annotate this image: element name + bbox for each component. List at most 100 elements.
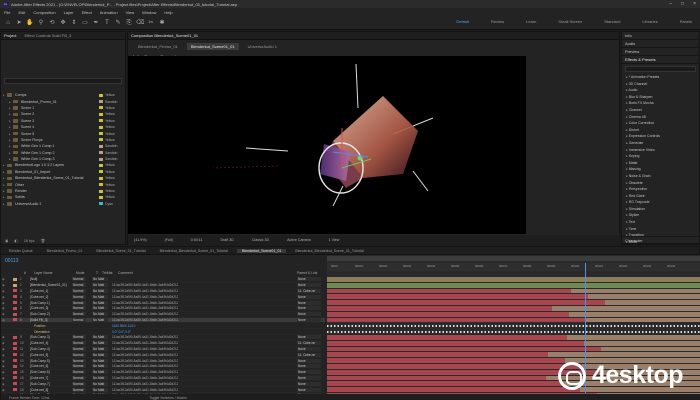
bpc-label[interactable]: 16 bpc: [24, 239, 35, 243]
blend-mode-dropdown[interactable]: Normal: [72, 341, 86, 346]
layer-label-swatch[interactable]: [13, 347, 17, 351]
preview-panel-header[interactable]: Preview: [622, 48, 699, 56]
effects-category-item[interactable]: Simulation: [622, 206, 699, 213]
layer-label-swatch[interactable]: [13, 318, 17, 322]
visibility-eye-icon[interactable]: ◉: [1, 318, 7, 322]
layer-label-swatch[interactable]: [13, 335, 17, 339]
minimize-icon[interactable]: –: [669, 1, 672, 7]
label-color-swatch[interactable]: [99, 151, 103, 155]
layer-duration-bar[interactable]: [327, 352, 548, 358]
comp-tab-audio[interactable]: UniverseAudio 1: [244, 43, 281, 50]
new-comp-icon[interactable]: ◧: [14, 239, 17, 243]
label-color-swatch[interactable]: [99, 125, 103, 129]
layer-label-swatch[interactable]: [13, 370, 17, 374]
rectangle-icon[interactable]: ▭: [81, 19, 89, 27]
workspace-panels[interactable]: Panels: [680, 19, 692, 24]
maximize-icon[interactable]: □: [681, 1, 684, 7]
parent-dropdown[interactable]: None: [297, 364, 321, 369]
text-icon[interactable]: T: [103, 19, 111, 27]
layer-label-swatch[interactable]: [13, 283, 17, 287]
orbit-icon[interactable]: ⟲: [48, 19, 56, 27]
menu-view[interactable]: View: [126, 10, 135, 15]
track-matte-dropdown[interactable]: No Matt: [92, 283, 108, 288]
blend-mode-dropdown[interactable]: Normal: [72, 283, 86, 288]
layer-duration-bar[interactable]: [327, 306, 552, 311]
brush-icon[interactable]: ✎: [114, 19, 122, 27]
effects-category-item[interactable]: RG Trapcode: [622, 199, 699, 206]
effects-category-item[interactable]: Missing: [622, 166, 699, 173]
layer-label-swatch[interactable]: [13, 330, 17, 333]
menu-window[interactable]: Window: [142, 10, 156, 15]
label-color-swatch[interactable]: [99, 183, 103, 187]
work-area-bar[interactable]: [327, 256, 700, 261]
dolly-icon[interactable]: ⇕: [70, 19, 78, 27]
layer-name[interactable]: [Cube.net_4]: [30, 341, 72, 345]
layer-name[interactable]: [Cube.net_5]: [30, 353, 72, 357]
layer-name[interactable]: Orientation: [30, 330, 72, 334]
layer-name[interactable]: [Null]: [30, 277, 72, 281]
workspace-review[interactable]: Review: [491, 19, 504, 24]
roto-icon[interactable]: ✂: [147, 19, 155, 27]
layer-label-swatch[interactable]: [13, 388, 17, 392]
layer-name[interactable]: [Sub.Comp.7]: [30, 382, 72, 386]
parent-dropdown[interactable]: None: [297, 300, 321, 305]
resolution-dropdown[interactable]: (Full): [165, 238, 173, 242]
blend-mode-dropdown[interactable]: Normal: [72, 370, 86, 375]
visibility-eye-icon[interactable]: ◉: [1, 283, 7, 287]
tab-timeline-scene01[interactable]: Blenderkut_Scene01_01: [236, 248, 287, 253]
renderer-draft-3d[interactable]: Draft 3D: [221, 238, 234, 242]
layer-label-swatch[interactable]: [13, 306, 17, 310]
layer-name[interactable]: [Sub.Comp.5]: [30, 359, 72, 363]
visibility-eye-icon[interactable]: ◉: [1, 289, 7, 293]
layer-duration-bar[interactable]: [327, 340, 584, 346]
layer-duration-bar[interactable]: [327, 387, 580, 392]
layer-comment[interactable]: 111ac3f12a5f0-8a85-4a31-8bdb-3a49f4d2d21…: [112, 306, 178, 310]
track-matte-dropdown[interactable]: No Matt: [92, 341, 108, 346]
layer-name[interactable]: [Blenderkut_Scene01_01]: [30, 283, 72, 287]
track-matte-dropdown[interactable]: No Matt: [92, 300, 108, 305]
layer-comment[interactable]: 111ac3f12a5f0-8a85-4a31-8bdb-3a49f4d2d21…: [112, 359, 178, 363]
workspace-small-screen[interactable]: Small Screen: [558, 19, 582, 24]
effects-category-item[interactable]: Noise & Grain: [622, 173, 699, 180]
camera-view-dropdown[interactable]: Active Camera: [287, 238, 311, 242]
layer-comment[interactable]: 111ac3f12a5f0-8a85-4a31-8bdb-3a49f4d2d21…: [112, 347, 178, 351]
track-matte-dropdown[interactable]: No Matt: [92, 306, 108, 311]
label-color-swatch[interactable]: [99, 106, 103, 110]
layer-duration-bar[interactable]: [327, 294, 588, 300]
blend-mode-dropdown[interactable]: Normal: [72, 300, 86, 305]
comp-tab-promo[interactable]: Blenderkut_Promo_01: [134, 43, 182, 50]
character-panel-header[interactable]: Character: [622, 236, 699, 244]
layer-comment[interactable]: 111ac3f12a5f0-8a85-4a31-8bdb-3a49f4d2d21…: [112, 370, 178, 374]
parent-dropdown[interactable]: None: [297, 294, 321, 299]
effects-presets-header[interactable]: Effects & Presets: [622, 56, 699, 64]
layer-label-swatch[interactable]: [13, 289, 17, 293]
layer-comment[interactable]: 111ac3f12a5f0-8a85-4a31-8bdb-3a49f4d2d21…: [112, 301, 178, 305]
effects-category-item[interactable]: Obsolete: [622, 180, 699, 187]
menu-file[interactable]: File: [4, 10, 10, 15]
label-color-swatch[interactable]: [99, 100, 103, 104]
blend-mode-dropdown[interactable]: Normal: [72, 375, 86, 380]
layer-comment[interactable]: 111ac3f12a5f0-8a85-4a31-8bdb-3a49f4d2d21…: [112, 388, 178, 392]
blend-mode-dropdown[interactable]: Normal: [72, 317, 86, 322]
close-icon[interactable]: ×: [693, 1, 696, 7]
toggle-switches-modes[interactable]: Toggle Switches / Modes: [149, 396, 187, 400]
layer-comment[interactable]: 111ac3f12a5f0-8a85-4a31-8bdb-3a49f4d2d21…: [112, 335, 178, 339]
trash-icon[interactable]: 🗑: [41, 239, 46, 243]
effects-category-item[interactable]: Matte: [622, 160, 699, 167]
track-matte-dropdown[interactable]: No Matt: [92, 381, 108, 386]
blend-mode-dropdown[interactable]: Normal: [72, 335, 86, 340]
track-matte-dropdown[interactable]: No Matt: [92, 370, 108, 375]
effects-category-item[interactable]: Color Correction: [622, 120, 699, 127]
parent-dropdown[interactable]: None: [297, 346, 321, 351]
track-matte-dropdown[interactable]: No Matt: [92, 288, 108, 293]
pen-icon[interactable]: ✒: [92, 19, 100, 27]
blend-mode-dropdown[interactable]: Normal: [72, 387, 86, 392]
effects-category-item[interactable]: Generate: [622, 140, 699, 147]
keyframe-track[interactable]: [327, 331, 700, 333]
visibility-eye-icon[interactable]: ◉: [1, 312, 7, 316]
layer-name[interactable]: [Sub.Comp.6]: [30, 370, 72, 374]
layer-name[interactable]: [Solid Fill_3]: [30, 318, 72, 322]
layer-label-swatch[interactable]: [13, 301, 17, 305]
selection-icon[interactable]: ➤: [15, 19, 23, 27]
workspace-standard[interactable]: Standard: [604, 19, 620, 24]
